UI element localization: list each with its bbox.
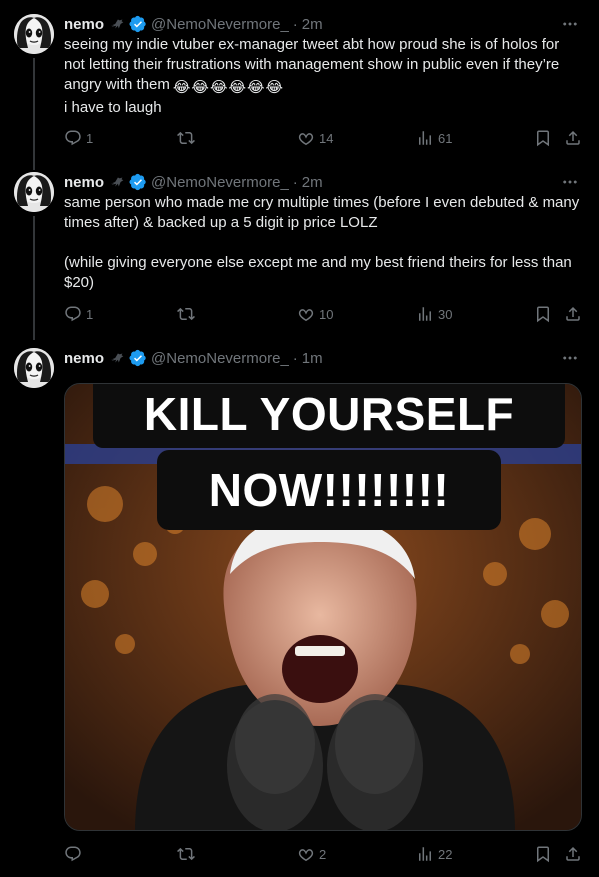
emoji: 😂 bbox=[172, 79, 191, 96]
raven-icon bbox=[108, 15, 126, 33]
share-icon bbox=[564, 129, 582, 147]
views-count: 61 bbox=[438, 130, 453, 146]
reply-button[interactable]: 1 bbox=[64, 305, 93, 323]
reply-count: 1 bbox=[86, 306, 94, 322]
like-count: 10 bbox=[319, 306, 334, 322]
reply-icon bbox=[64, 129, 82, 147]
separator-dot: · bbox=[292, 173, 298, 191]
bookmark-button[interactable] bbox=[534, 845, 552, 863]
tweet-text-after: i have to laugh bbox=[64, 99, 162, 116]
share-button[interactable] bbox=[564, 305, 582, 323]
verified-badge-icon[interactable] bbox=[129, 349, 147, 367]
retweet-icon bbox=[177, 129, 195, 147]
reply-button[interactable]: 1 bbox=[64, 129, 93, 147]
thread-line bbox=[33, 58, 35, 170]
verified-badge-icon[interactable] bbox=[129, 15, 147, 33]
more-dots-icon[interactable] bbox=[559, 172, 581, 192]
separator-dot: · bbox=[292, 349, 298, 367]
verified-badge-icon[interactable] bbox=[129, 173, 147, 191]
like-button[interactable]: 14 bbox=[297, 129, 333, 147]
meme-caption-line-1: KILL YOURSELF bbox=[93, 384, 565, 448]
retweet-button[interactable] bbox=[177, 845, 199, 863]
share-icon bbox=[564, 845, 582, 863]
share-icon bbox=[564, 305, 582, 323]
retweet-button[interactable] bbox=[177, 305, 199, 323]
display-name[interactable]: nemo bbox=[64, 16, 104, 33]
handle[interactable]: @NemoNevermore_ bbox=[151, 350, 289, 367]
timestamp[interactable]: 2m bbox=[302, 16, 323, 33]
tweet-2[interactable]: nemo @NemoNevermore_ · 2m same person wh… bbox=[0, 170, 599, 340]
raven-icon bbox=[108, 349, 126, 367]
meme-caption-line-2: NOW!!!!!!!! bbox=[157, 450, 501, 530]
tweet-text-body: seeing my indie vtuber ex-manager tweet … bbox=[64, 36, 564, 93]
emoji: 😂 bbox=[191, 79, 209, 96]
bookmark-icon bbox=[534, 129, 552, 147]
views-count: 30 bbox=[438, 306, 453, 322]
display-name[interactable]: nemo bbox=[64, 350, 104, 367]
bookmark-button[interactable] bbox=[534, 305, 552, 323]
tweet-text: seeing my indie vtuber ex-manager tweet … bbox=[64, 35, 581, 118]
retweet-button[interactable] bbox=[177, 129, 199, 147]
timestamp[interactable]: 1m bbox=[302, 350, 323, 367]
views-icon bbox=[416, 305, 434, 323]
display-name[interactable]: nemo bbox=[64, 174, 104, 191]
reply-icon bbox=[64, 845, 82, 863]
views-button[interactable]: 61 bbox=[416, 129, 452, 147]
emoji: 😂 bbox=[247, 79, 265, 96]
tweet-3[interactable]: nemo @NemoNevermore_ · 1m KILL YOURSELF … bbox=[0, 346, 599, 877]
avatar[interactable] bbox=[14, 348, 54, 388]
views-icon bbox=[416, 845, 434, 863]
bookmark-icon bbox=[534, 845, 552, 863]
avatar[interactable] bbox=[14, 172, 54, 212]
views-button[interactable]: 22 bbox=[416, 845, 452, 863]
handle[interactable]: @NemoNevermore_ bbox=[151, 16, 289, 33]
reply-button[interactable] bbox=[64, 845, 86, 863]
like-count: 2 bbox=[319, 846, 327, 862]
timestamp[interactable]: 2m bbox=[302, 174, 323, 191]
share-button[interactable] bbox=[564, 845, 582, 863]
emoji-row: 😂 😂 😂 😂 😂 😂 bbox=[173, 78, 283, 98]
views-button[interactable]: 30 bbox=[416, 305, 452, 323]
heart-icon bbox=[297, 845, 315, 863]
retweet-icon bbox=[177, 845, 195, 863]
like-count: 14 bbox=[319, 130, 334, 146]
share-button[interactable] bbox=[564, 129, 582, 147]
reply-count: 1 bbox=[86, 130, 94, 146]
emoji: 😂 bbox=[209, 79, 228, 96]
bookmark-icon bbox=[534, 305, 552, 323]
views-count: 22 bbox=[438, 846, 453, 862]
thread-line bbox=[33, 216, 35, 340]
more-dots-icon[interactable] bbox=[559, 14, 581, 34]
separator-dot: · bbox=[292, 15, 298, 33]
like-button[interactable]: 2 bbox=[297, 845, 326, 863]
emoji: 😂 bbox=[265, 79, 284, 96]
raven-icon bbox=[108, 173, 126, 191]
tweet-1[interactable]: nemo @NemoNevermore_ · 2m seeing my indi… bbox=[0, 0, 599, 170]
heart-icon bbox=[297, 305, 315, 323]
reply-icon bbox=[64, 305, 82, 323]
tweet-text: same person who made me cry multiple tim… bbox=[64, 194, 580, 291]
retweet-icon bbox=[177, 305, 195, 323]
more-dots-icon[interactable] bbox=[559, 348, 581, 368]
emoji: 😂 bbox=[228, 79, 247, 96]
handle[interactable]: @NemoNevermore_ bbox=[151, 174, 289, 191]
bookmark-button[interactable] bbox=[534, 129, 552, 147]
tweet-media-image[interactable]: KILL YOURSELF NOW!!!!!!!! bbox=[64, 383, 582, 831]
heart-icon bbox=[297, 129, 315, 147]
avatar[interactable] bbox=[14, 14, 54, 54]
views-icon bbox=[416, 129, 434, 147]
like-button[interactable]: 10 bbox=[297, 305, 333, 323]
